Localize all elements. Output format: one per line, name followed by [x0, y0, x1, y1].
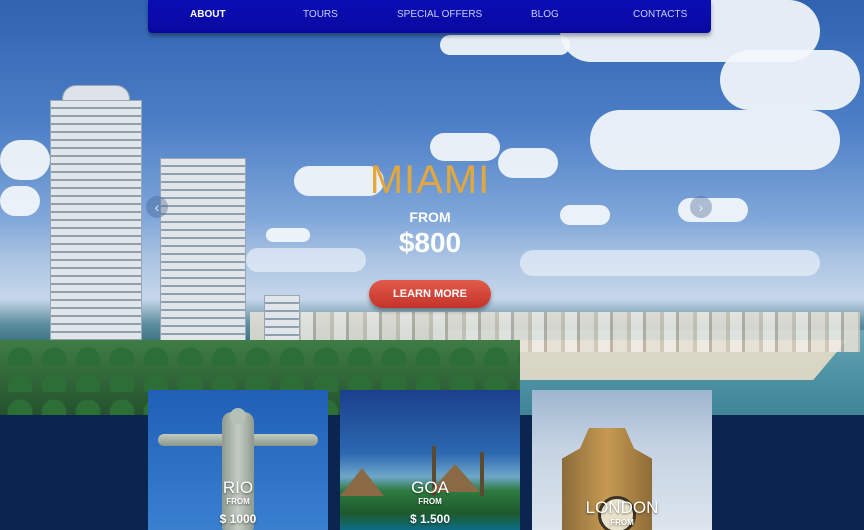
nav-item-contacts[interactable]: CONTACTS — [633, 9, 687, 20]
destination-card-rio[interactable]: RIO FROM $ 1000 — [148, 390, 328, 530]
card-price: $ 1000 — [219, 512, 257, 526]
skyscraper — [50, 100, 142, 365]
hero-price: $800 — [398, 227, 462, 258]
main-nav: ABOUT TOURS SPECIAL OFFERS BLOG CONTACTS — [148, 0, 711, 33]
hero-caption: MIAMI FROM $800 — [330, 158, 530, 259]
card-city: RIO — [222, 478, 254, 497]
cloud — [440, 35, 570, 55]
tower-top — [62, 85, 130, 101]
learn-more-button[interactable]: LEARN MORE — [369, 280, 491, 308]
skyscraper — [160, 158, 246, 358]
card-city: LONDON — [585, 498, 659, 517]
nav-item-blog[interactable]: BLOG — [531, 9, 559, 20]
cloud — [678, 198, 748, 222]
destination-card-goa[interactable]: GOA FROM $ 1.500 — [340, 390, 520, 530]
cloud — [430, 133, 500, 161]
statue-head — [230, 408, 246, 424]
card-from-label: FROM — [226, 497, 250, 506]
hero-title: MIAMI — [369, 158, 491, 202]
card-city: GOA — [411, 478, 449, 497]
chevron-left-icon[interactable]: ‹ — [146, 196, 168, 218]
cloud — [266, 228, 310, 242]
card-from-label: FROM — [610, 518, 634, 527]
hero-from-label: FROM — [409, 209, 451, 225]
card-from-label: FROM — [418, 497, 442, 506]
hero-banner: ‹ › MIAMI FROM $800 LEARN MORE — [0, 0, 864, 415]
nav-item-tours[interactable]: TOURS — [303, 9, 338, 20]
cloud — [560, 205, 610, 225]
chevron-right-icon[interactable]: › — [690, 196, 712, 218]
destination-card-london[interactable]: LONDON FROM — [532, 390, 712, 530]
nav-item-about[interactable]: ABOUT — [190, 9, 226, 20]
cloud — [520, 250, 820, 276]
cloud — [0, 186, 40, 216]
cloud — [0, 140, 50, 180]
cloud — [590, 110, 840, 170]
card-price: $ 1.500 — [409, 512, 451, 526]
nav-item-special-offers[interactable]: SPECIAL OFFERS — [397, 9, 482, 20]
